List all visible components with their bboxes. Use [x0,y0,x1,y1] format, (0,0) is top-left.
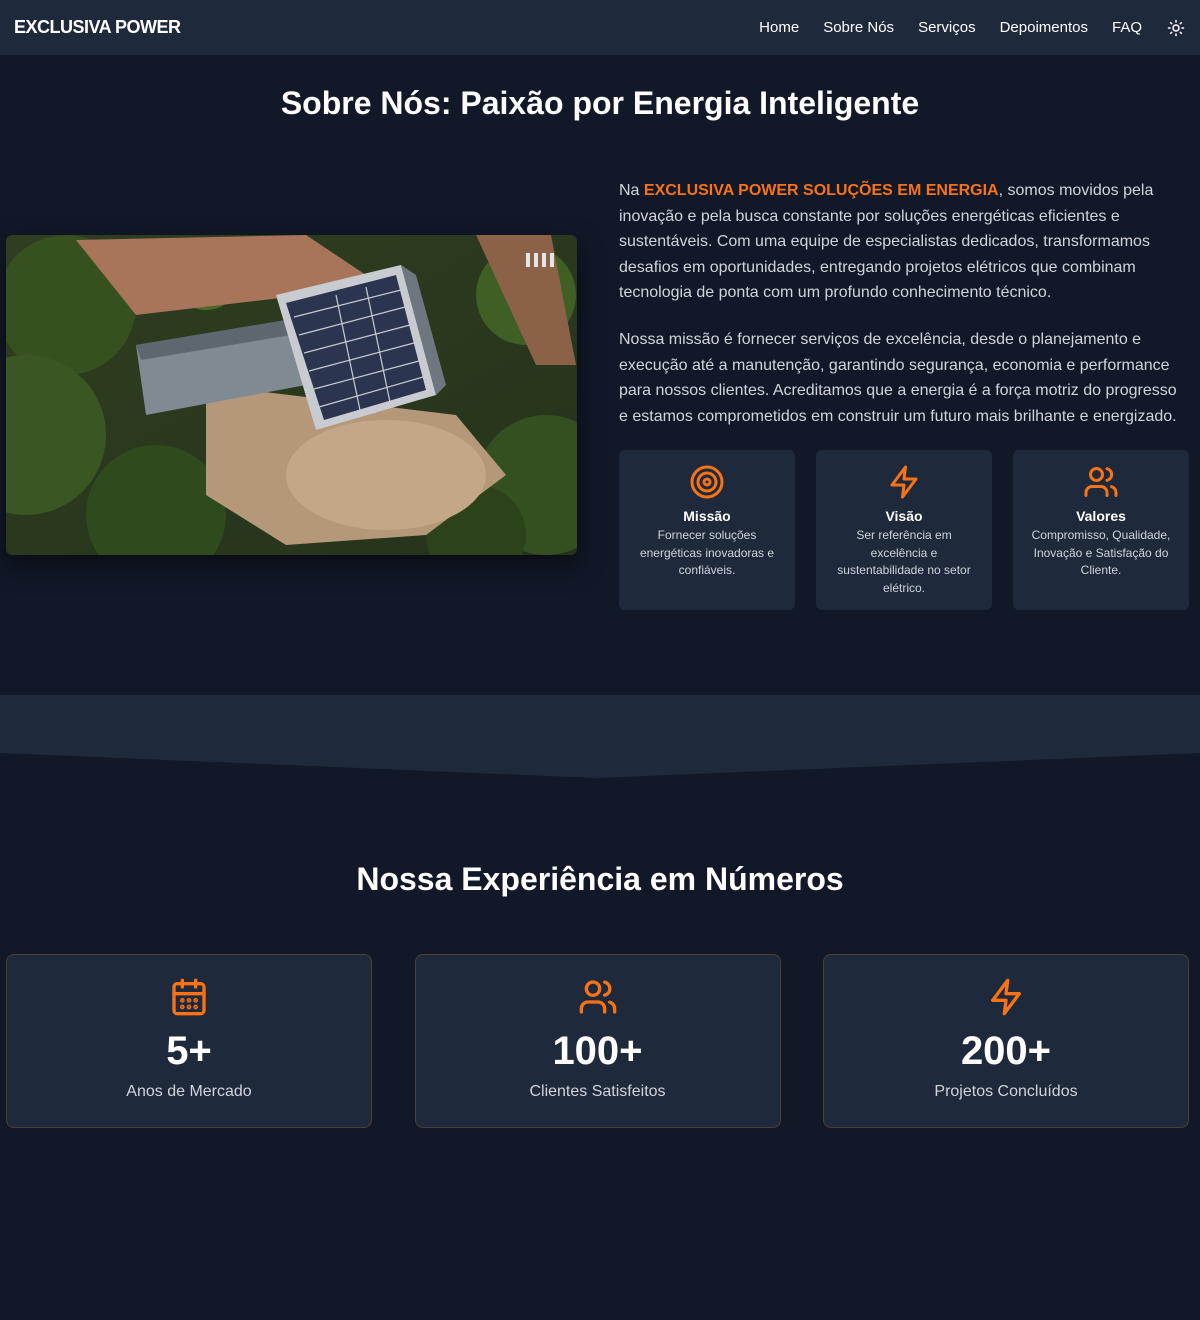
about-p1-prefix: Na [619,182,644,199]
about-p1-suffix: , somos movidos pela inovação e pela bus… [619,182,1154,302]
stats-cards: 5+ Anos de Mercado 100+ Clientes Satisfe… [6,954,1189,1128]
sun-icon [1167,19,1185,36]
nav-link-servicos[interactable]: Serviços [918,19,976,36]
stat-card-clients: 100+ Clientes Satisfeitos [414,954,781,1128]
company-name-highlight: EXCLUSIVA POWER SOLUÇÕES EM ENERGIA [643,182,999,199]
stat-label-projects: Projetos Concluídos [934,1083,1078,1100]
stat-value-projects: 200+ [960,1029,1052,1073]
values-title: Valores [1076,508,1126,524]
aerial-photo [6,235,577,555]
vision-description: Ser referência em excelência e sustentab… [837,528,971,595]
nav-link-faq[interactable]: FAQ [1112,19,1142,36]
stat-value-clients: 100+ [552,1029,643,1073]
mission-title: Missão [683,508,731,524]
about-description: Na EXCLUSIVA POWER SOLUÇÕES EM ENERGIA, … [619,178,1189,450]
about-paragraph-1: Na EXCLUSIVA POWER SOLUÇÕES EM ENERGIA, … [619,178,1189,306]
values-description: Compromisso, Qualidade, Inovação e Satis… [1031,528,1171,578]
mission-card: Missão Fornecer soluções energéticas ino… [619,450,795,610]
stats-title: Nossa Experiência em Números [356,861,844,897]
vision-card: Visão Ser referência em excelência e sus… [816,450,992,610]
users-icon [579,980,616,1014]
users-icon [1084,467,1118,497]
theme-toggle-button[interactable] [1166,18,1186,38]
section-divider [0,695,1200,778]
lightning-icon [890,465,918,499]
calendar-icon [172,978,206,1016]
solar-building-aerial-image [6,235,577,555]
values-card: Valores Compromisso, Qualidade, Inovação… [1013,450,1189,610]
target-icon [690,465,724,499]
values-cards: Missão Fornecer soluções energéticas ino… [619,450,1189,610]
stat-value-years: 5+ [166,1029,212,1073]
mission-description: Fornecer soluções energéticas inovadoras… [639,528,775,578]
nav-link-depoimentos[interactable]: Depoimentos [1000,19,1088,36]
vision-title: Visão [885,508,923,524]
stat-card-years: 5+ Anos de Mercado [6,954,372,1128]
nav-link-sobre-nos[interactable]: Sobre Nós [823,19,894,36]
nav-links: Home Sobre Nós Serviços Depoimentos FAQ [735,18,1186,38]
stat-card-projects: 200+ Projetos Concluídos [823,954,1189,1128]
about-title: Sobre Nós: Paixão por Energia Inteligent… [280,85,920,121]
stat-label-clients: Clientes Satisfeitos [529,1083,666,1100]
brand-logo[interactable]: EXCLUSIVA POWER [14,17,181,38]
lightning-icon [991,978,1021,1016]
navbar: EXCLUSIVA POWER Home Sobre Nós Serviços … [0,0,1200,55]
stat-label-years: Anos de Mercado [126,1083,252,1100]
about-paragraph-2: Nossa missão é fornecer serviços de exce… [619,330,1177,425]
nav-link-home[interactable]: Home [759,19,799,36]
